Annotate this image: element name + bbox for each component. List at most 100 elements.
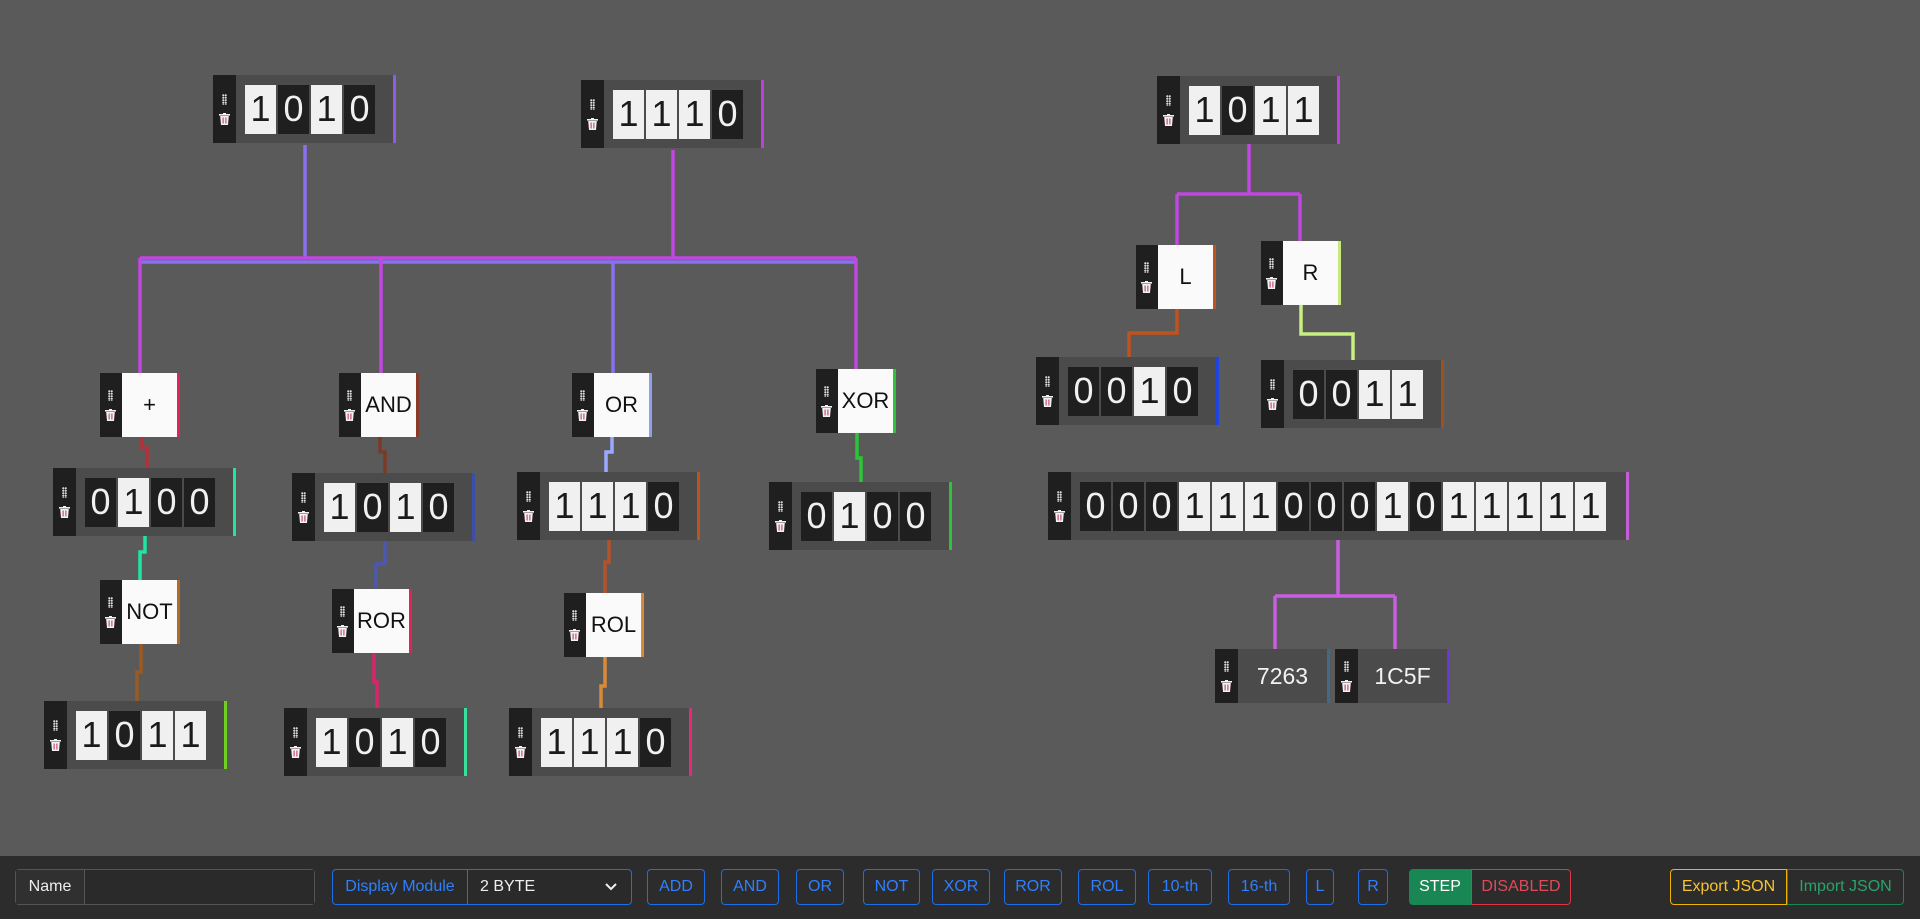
bit-cell[interactable]: 1	[1189, 85, 1220, 135]
number-display-num-hex[interactable]: 1C5F	[1335, 649, 1450, 703]
bit-cell[interactable]: 1	[1377, 481, 1408, 531]
import-json-button[interactable]: Import JSON	[1787, 869, 1904, 905]
operator-node-op-ror[interactable]: ROR	[332, 589, 412, 653]
grip-icon[interactable]	[526, 490, 531, 502]
bit-cell[interactable]: 1	[582, 481, 613, 531]
drag-handle[interactable]	[44, 701, 67, 769]
bit-cell[interactable]: 0	[109, 710, 140, 760]
bit-cell[interactable]: 1	[1288, 85, 1319, 135]
grip-icon[interactable]	[572, 609, 578, 621]
add-not-node-button[interactable]: NOT	[863, 869, 920, 905]
trash-icon[interactable]	[587, 117, 598, 130]
bit-cell[interactable]: 0	[1293, 369, 1324, 419]
bit-cell[interactable]: 1	[382, 717, 413, 767]
trash-icon[interactable]	[344, 408, 356, 421]
trash-icon[interactable]	[1163, 113, 1174, 126]
bit-cell[interactable]: 1	[1359, 369, 1390, 419]
bit-cell[interactable]: 0	[1311, 481, 1342, 531]
bit-cell[interactable]: 1	[1255, 85, 1286, 135]
grip-icon[interactable]	[347, 389, 353, 401]
binary-register-and-out[interactable]: 1010	[292, 473, 475, 541]
trash-icon[interactable]	[1042, 394, 1053, 407]
drag-handle[interactable]	[1157, 76, 1180, 144]
bit-cell[interactable]: 1	[541, 717, 572, 767]
trash-icon[interactable]	[105, 615, 117, 628]
bit-cell[interactable]: 0	[357, 482, 388, 532]
bit-cell[interactable]: 1	[390, 482, 421, 532]
trash-icon[interactable]	[1267, 397, 1278, 410]
grip-icon[interactable]	[580, 389, 586, 401]
bit-cell[interactable]: 0	[1222, 85, 1253, 135]
bit-cell[interactable]: 1	[834, 491, 865, 541]
trash-icon[interactable]	[290, 745, 301, 758]
trash-icon[interactable]	[775, 519, 786, 532]
operator-node-op-not[interactable]: NOT	[100, 580, 180, 644]
drag-handle[interactable]	[53, 468, 76, 536]
trash-icon[interactable]	[577, 408, 589, 421]
grip-icon[interactable]	[518, 726, 523, 738]
bit-cell[interactable]: 0	[1068, 366, 1099, 416]
trash-icon[interactable]	[569, 628, 581, 641]
bit-cell[interactable]: 1	[1476, 481, 1507, 531]
bit-cell[interactable]: 0	[423, 482, 454, 532]
bit-cell[interactable]: 1	[311, 84, 342, 134]
bit-cell[interactable]: 1	[245, 84, 276, 134]
add-ror-node-button[interactable]: ROR	[1004, 869, 1062, 905]
binary-register-or-out[interactable]: 1110	[517, 472, 700, 540]
add-add-node-button[interactable]: ADD	[647, 869, 705, 905]
operator-node-op-xor[interactable]: XOR	[816, 369, 896, 433]
bit-cell[interactable]: 1	[76, 710, 107, 760]
drag-handle[interactable]	[100, 373, 122, 437]
grip-icon[interactable]	[590, 98, 595, 110]
bit-cell[interactable]: 0	[415, 717, 446, 767]
trash-icon[interactable]	[105, 408, 117, 421]
grip-icon[interactable]	[62, 486, 67, 498]
bit-cell[interactable]: 1	[316, 717, 347, 767]
drag-handle[interactable]	[100, 580, 122, 644]
grip-icon[interactable]	[1224, 660, 1229, 672]
add-l-node-button[interactable]: L	[1306, 869, 1334, 905]
bit-cell[interactable]: 1	[1245, 481, 1276, 531]
trash-icon[interactable]	[1266, 276, 1278, 289]
bit-cell[interactable]: 0	[349, 717, 380, 767]
grip-icon[interactable]	[1057, 490, 1062, 502]
grip-icon[interactable]	[824, 385, 830, 397]
binary-register-r-out[interactable]: 0011	[1261, 360, 1444, 428]
name-input[interactable]	[85, 870, 314, 904]
drag-handle[interactable]	[581, 80, 604, 148]
trash-icon[interactable]	[59, 505, 70, 518]
trash-icon[interactable]	[821, 404, 833, 417]
bit-cell[interactable]: 1	[324, 482, 355, 532]
bit-cell[interactable]: 1	[615, 481, 646, 531]
drag-handle[interactable]	[292, 473, 315, 541]
drag-handle[interactable]	[1036, 357, 1059, 425]
grip-icon[interactable]	[1045, 375, 1050, 387]
grip-icon[interactable]	[108, 596, 114, 608]
bit-cell[interactable]: 1	[1575, 481, 1606, 531]
bit-cell[interactable]: 1	[175, 710, 206, 760]
operator-node-op-rol[interactable]: ROL	[564, 593, 644, 657]
grip-icon[interactable]	[53, 719, 58, 731]
binary-register-not-out[interactable]: 1011	[44, 701, 227, 769]
bit-cell[interactable]: 0	[900, 491, 931, 541]
binary-register-rol-out[interactable]: 1110	[509, 708, 692, 776]
binary-register-in-a[interactable]: 1010	[213, 75, 396, 143]
bit-cell[interactable]: 0	[1344, 481, 1375, 531]
bit-cell[interactable]: 0	[1167, 366, 1198, 416]
binary-register-ror-out[interactable]: 1010	[284, 708, 467, 776]
drag-handle[interactable]	[564, 593, 586, 657]
export-json-button[interactable]: Export JSON	[1670, 869, 1787, 905]
bit-cell[interactable]: 0	[867, 491, 898, 541]
step-button[interactable]: STEP	[1409, 869, 1471, 905]
binary-register-xor-out[interactable]: 0100	[769, 482, 952, 550]
drag-handle[interactable]	[572, 373, 594, 437]
grip-icon[interactable]	[1144, 261, 1150, 273]
add-or-node-button[interactable]: OR	[796, 869, 844, 905]
binary-register-in-c[interactable]: 1011	[1157, 76, 1340, 144]
bit-cell[interactable]: 0	[1113, 481, 1144, 531]
bit-cell[interactable]: 0	[1326, 369, 1357, 419]
grip-icon[interactable]	[340, 605, 346, 617]
drag-handle[interactable]	[332, 589, 354, 653]
add-16th-node-button[interactable]: 16-th	[1228, 869, 1290, 905]
bit-cell[interactable]: 1	[1134, 366, 1165, 416]
